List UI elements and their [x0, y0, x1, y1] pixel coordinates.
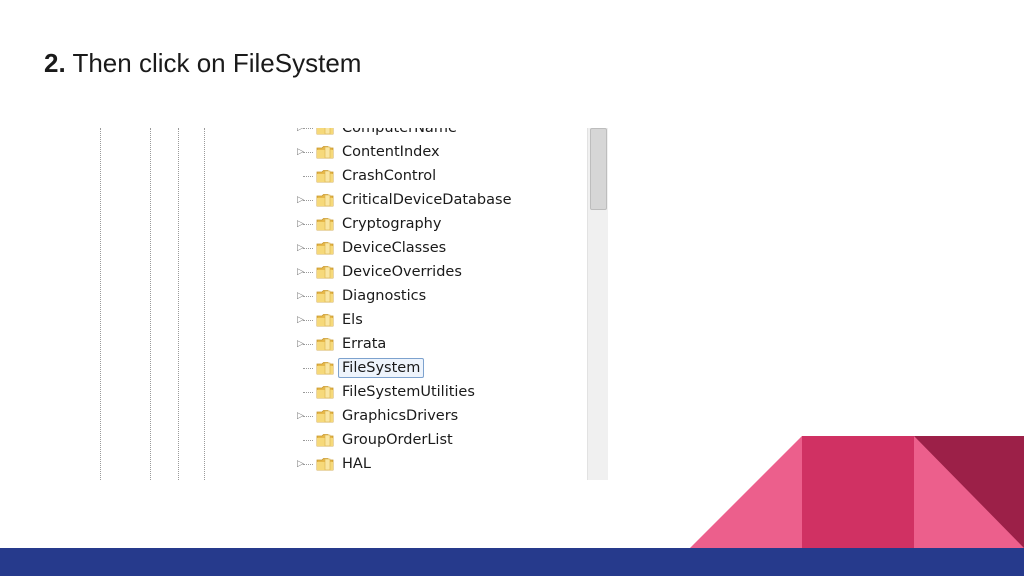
- tree-item-label: DeviceClasses: [342, 240, 447, 256]
- tree-item[interactable]: GroupOrderList: [98, 428, 586, 452]
- vertical-scrollbar[interactable]: [587, 128, 608, 480]
- folder-icon: [316, 433, 334, 447]
- folder-icon: [316, 169, 334, 183]
- registry-tree-screenshot: ▷ ComputerName ▷ ContentIndex CrashControl ▷ C…: [98, 128, 608, 480]
- tree-item[interactable]: ▷ Diagnostics: [98, 284, 586, 308]
- tree-item[interactable]: ▷ CriticalDeviceDatabase: [98, 188, 586, 212]
- tree-item[interactable]: ▷ Errata: [98, 332, 586, 356]
- tree-item[interactable]: ▷ HAL: [98, 452, 586, 476]
- tree-connector: [303, 440, 313, 441]
- tree-item[interactable]: FileSystemUtilities: [98, 380, 586, 404]
- expand-arrow-icon[interactable]: ▷: [297, 265, 307, 279]
- folder-icon: [316, 289, 334, 303]
- folder-icon: [316, 361, 334, 375]
- tree-item-label: ContentIndex: [342, 144, 440, 160]
- folder-icon: [316, 241, 334, 255]
- tree-item[interactable]: ▷ ContentIndex: [98, 140, 586, 164]
- footer-bar: [0, 548, 1024, 576]
- tree-item[interactable]: ▷ Cryptography: [98, 212, 586, 236]
- expand-arrow-icon[interactable]: ▷: [297, 193, 307, 207]
- expand-arrow-icon[interactable]: ▷: [297, 145, 307, 159]
- folder-icon: [316, 313, 334, 327]
- folder-icon: [316, 128, 334, 135]
- folder-icon: [316, 385, 334, 399]
- expand-arrow-icon[interactable]: ▷: [297, 337, 307, 351]
- expand-arrow-icon[interactable]: ▷: [297, 409, 307, 423]
- expand-arrow-icon[interactable]: ▷: [297, 217, 307, 231]
- expand-arrow-icon[interactable]: ▷: [297, 313, 307, 327]
- tree-item-label: Cryptography: [342, 216, 442, 232]
- expand-arrow-icon[interactable]: ▷: [297, 457, 307, 471]
- tree-item-label: Diagnostics: [342, 288, 427, 304]
- tree-item-label: ComputerName: [342, 128, 457, 136]
- tree-item[interactable]: ▷ Els: [98, 308, 586, 332]
- tree-connector: [303, 176, 313, 177]
- tree-item[interactable]: FileSystem: [98, 356, 586, 380]
- instruction-text: Then click on FileSystem: [72, 48, 362, 78]
- tree-item-label: Errata: [342, 336, 387, 352]
- tree-item[interactable]: ▷ ComputerName: [98, 128, 586, 140]
- tree-item-label: CriticalDeviceDatabase: [342, 192, 512, 208]
- folder-icon: [316, 217, 334, 231]
- tree-item[interactable]: ▷ DeviceClasses: [98, 236, 586, 260]
- tree-item-label: DeviceOverrides: [342, 264, 462, 280]
- folder-icon: [316, 457, 334, 471]
- magenta-block: [802, 436, 914, 548]
- folder-icon: [316, 409, 334, 423]
- tree-item-label: HAL: [342, 456, 371, 472]
- tree-item[interactable]: ▷ DeviceOverrides: [98, 260, 586, 284]
- registry-tree: ▷ ComputerName ▷ ContentIndex CrashControl ▷ C…: [98, 128, 586, 476]
- tree-item-label: CrashControl: [342, 168, 437, 184]
- scrollbar-thumb[interactable]: [590, 128, 607, 210]
- tree-item-label: FileSystemUtilities: [342, 384, 475, 400]
- decorative-shapes: [690, 436, 1024, 548]
- slide-title: 2. Then click on FileSystem: [44, 48, 361, 79]
- folder-icon: [316, 145, 334, 159]
- tree-item-label: GraphicsDrivers: [342, 408, 459, 424]
- folder-icon: [316, 193, 334, 207]
- expand-arrow-icon[interactable]: ▷: [297, 241, 307, 255]
- tree-connector: [303, 368, 313, 369]
- expand-arrow-icon[interactable]: ▷: [297, 289, 307, 303]
- tree-item[interactable]: ▷ GraphicsDrivers: [98, 404, 586, 428]
- folder-icon: [316, 265, 334, 279]
- step-number: 2.: [44, 48, 66, 78]
- tree-item[interactable]: CrashControl: [98, 164, 586, 188]
- tree-item-label: GroupOrderList: [342, 432, 453, 448]
- tree-item-label: FileSystem: [338, 358, 425, 378]
- expand-arrow-icon[interactable]: ▷: [297, 128, 307, 135]
- pink-triangle: [690, 436, 802, 548]
- tree-connector: [303, 392, 313, 393]
- folder-icon: [316, 337, 334, 351]
- tree-item-label: Els: [342, 312, 363, 328]
